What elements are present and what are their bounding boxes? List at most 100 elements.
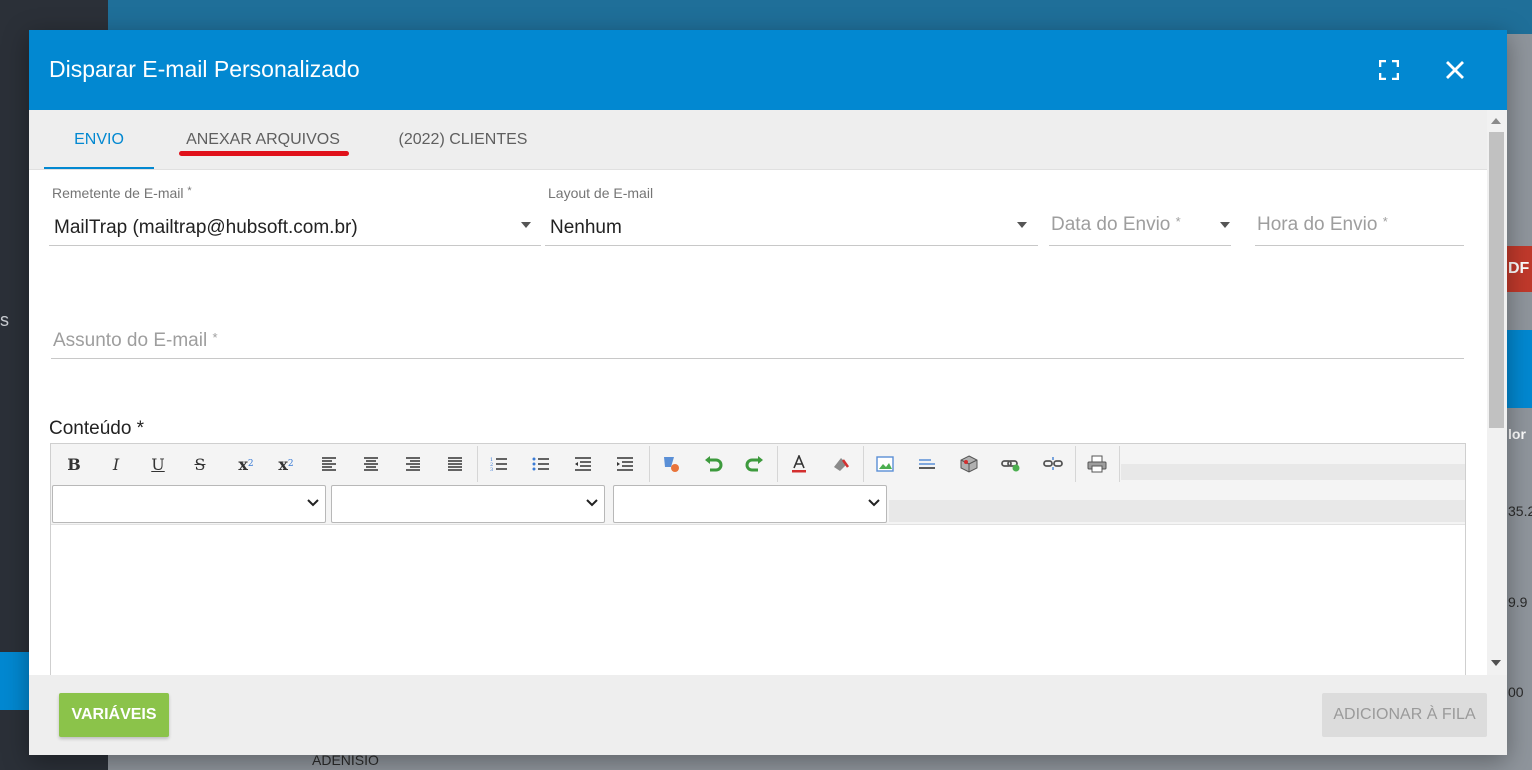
unordered-list-button[interactable] xyxy=(525,450,557,478)
font-format-select[interactable] xyxy=(52,485,326,523)
strikethrough-button[interactable]: S xyxy=(184,450,216,478)
background-cell: 9.9 xyxy=(1508,594,1528,610)
redo-icon xyxy=(745,456,763,472)
print-icon xyxy=(1087,455,1107,473)
indent-icon xyxy=(617,457,633,471)
layout-value: Nenhum xyxy=(550,217,622,238)
cube-icon xyxy=(960,455,978,473)
highlight-color-icon xyxy=(834,458,850,471)
scroll-down-icon[interactable] xyxy=(1491,660,1501,666)
editor-content-area[interactable] xyxy=(51,524,1465,684)
remetente-underline xyxy=(49,245,541,246)
toolbar-separator xyxy=(649,446,650,482)
insert-object-button[interactable] xyxy=(953,450,985,478)
background-table-header xyxy=(1506,330,1532,408)
print-button[interactable] xyxy=(1081,450,1113,478)
hora-envio-field[interactable]: Hora do Envio * xyxy=(1255,185,1464,247)
data-envio-field[interactable]: Data do Envio * xyxy=(1049,185,1231,247)
editor-select-toolbar xyxy=(51,484,1465,524)
tab-envio[interactable]: ENVIO xyxy=(44,110,154,170)
tab-clientes[interactable]: (2022) CLIENTES xyxy=(387,110,539,170)
align-left-button[interactable] xyxy=(313,450,345,478)
close-button[interactable] xyxy=(1439,54,1471,86)
align-center-icon xyxy=(364,457,378,471)
toolbar-filler xyxy=(1121,464,1465,480)
hora-envio-placeholder: Hora do Envio * xyxy=(1257,214,1388,235)
remove-format-button[interactable] xyxy=(655,450,687,478)
layout-select[interactable]: Layout de E-mail Nenhum xyxy=(545,185,1038,247)
annotation-underline xyxy=(179,151,349,156)
remove-format-icon xyxy=(664,457,679,472)
justify-button[interactable] xyxy=(439,450,471,478)
add-to-queue-button[interactable]: ADICIONAR À FILA xyxy=(1322,693,1487,737)
align-right-button[interactable] xyxy=(397,450,429,478)
subscript-icon: x xyxy=(238,454,248,474)
svg-text:3: 3 xyxy=(490,467,493,472)
variables-button[interactable]: VARIÁVEIS xyxy=(59,693,169,737)
align-center-button[interactable] xyxy=(355,450,387,478)
background-cell: 35.2 xyxy=(1508,503,1532,519)
tab-anexar-arquivos[interactable]: ANEXAR ARQUIVOS xyxy=(180,110,346,170)
assunto-field[interactable]: Assunto do E-mail * xyxy=(51,300,1464,362)
scroll-up-icon[interactable] xyxy=(1491,118,1501,124)
toolbar-separator xyxy=(863,446,864,482)
layout-label: Layout de E-mail xyxy=(548,185,654,201)
assunto-placeholder: Assunto do E-mail * xyxy=(53,330,218,351)
chevron-down-icon xyxy=(521,222,531,228)
fullscreen-icon xyxy=(1379,60,1399,80)
remetente-label: Remetente de E-mail * xyxy=(52,185,192,201)
editor-toolbar: B I U S x2 x2 123 xyxy=(51,444,1465,484)
link-icon xyxy=(1001,460,1020,472)
redo-button[interactable] xyxy=(739,450,771,478)
italic-button[interactable]: I xyxy=(100,450,132,478)
background-topbar xyxy=(108,0,1532,34)
unlink-icon xyxy=(1043,457,1063,470)
ordered-list-button[interactable]: 123 xyxy=(483,450,515,478)
scrollbar-thumb[interactable] xyxy=(1489,132,1504,428)
chevron-down-icon xyxy=(1220,222,1230,228)
outdent-button[interactable] xyxy=(567,450,599,478)
unlink-button[interactable] xyxy=(1037,450,1069,478)
undo-icon xyxy=(705,456,723,472)
undo-button[interactable] xyxy=(697,450,729,478)
close-icon xyxy=(1446,61,1464,79)
font-size-select[interactable] xyxy=(613,485,887,523)
modal-footer: VARIÁVEIS ADICIONAR À FILA xyxy=(29,675,1507,755)
horizontal-rule-button[interactable] xyxy=(911,450,943,478)
remetente-select[interactable]: Remetente de E-mail * MailTrap (mailtrap… xyxy=(49,185,541,247)
superscript-button[interactable]: x2 xyxy=(270,450,302,478)
background-cell: 00 xyxy=(1508,684,1524,700)
chevron-down-icon xyxy=(586,499,598,507)
subscript-button[interactable]: x2 xyxy=(230,450,262,478)
outdent-icon xyxy=(575,457,591,471)
remetente-value: MailTrap (mailtrap@hubsoft.com.br) xyxy=(54,217,358,238)
tab-bar: ENVIO ANEXAR ARQUIVOS (2022) CLIENTES xyxy=(29,110,1487,170)
chevron-down-icon xyxy=(307,499,319,507)
font-color-icon xyxy=(792,455,806,473)
toolbar-separator xyxy=(1075,446,1076,482)
bold-button[interactable]: B xyxy=(58,450,90,478)
underline-button[interactable]: U xyxy=(142,450,174,478)
font-family-select[interactable] xyxy=(331,485,605,523)
toolbar-filler xyxy=(889,500,1465,522)
fullscreen-button[interactable] xyxy=(1373,54,1405,86)
rich-text-editor: B I U S x2 x2 123 xyxy=(50,443,1466,684)
insert-link-button[interactable] xyxy=(995,450,1027,478)
insert-image-button[interactable] xyxy=(869,450,901,478)
modal-header: Disparar E-mail Personalizado xyxy=(29,30,1507,110)
unordered-list-icon xyxy=(532,457,549,471)
modal-title: Disparar E-mail Personalizado xyxy=(49,56,360,82)
toolbar-separator xyxy=(1119,446,1120,482)
highlight-color-button[interactable] xyxy=(825,450,857,478)
align-right-icon xyxy=(406,457,420,471)
justify-icon xyxy=(448,457,462,471)
hora-envio-underline xyxy=(1255,245,1464,246)
assunto-underline xyxy=(51,358,1464,359)
horizontal-rule-icon xyxy=(919,459,935,469)
background-red-badge: DF xyxy=(1506,246,1532,292)
layout-underline xyxy=(545,245,1038,246)
indent-button[interactable] xyxy=(609,450,641,478)
background-column-header: lor xyxy=(1508,426,1526,442)
toolbar-separator xyxy=(777,446,778,482)
font-color-button[interactable] xyxy=(783,450,815,478)
